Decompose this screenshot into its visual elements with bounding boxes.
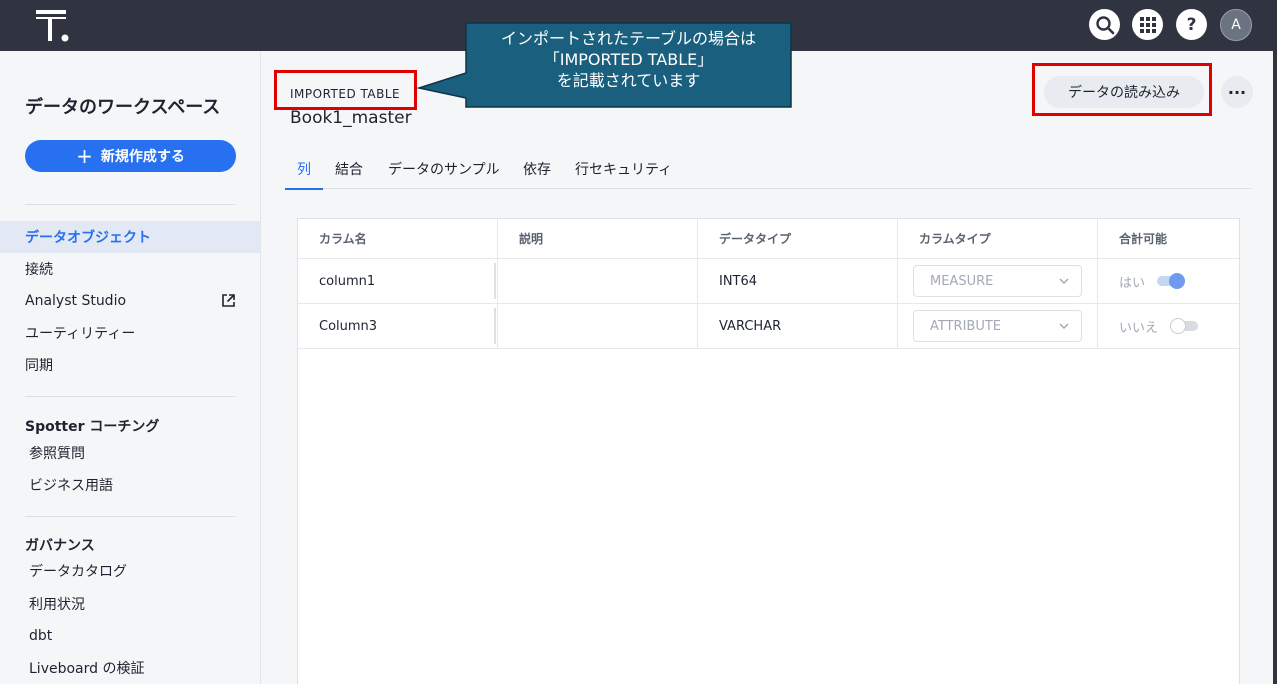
annotation-highlight-box <box>1032 63 1212 116</box>
sidebar-item-connections[interactable]: 接続 <box>0 253 260 285</box>
more-options-icon: ··· <box>1227 82 1247 102</box>
governance-heading: ガバナンス <box>25 538 95 554</box>
window-edge <box>1273 51 1277 684</box>
sidebar-item-label: 利用状況 <box>29 597 85 613</box>
column-type-cell: MEASURE <box>898 259 1098 303</box>
sidebar-item-data-catalog[interactable]: データカタログ <box>0 555 260 587</box>
description-cell[interactable] <box>498 304 698 348</box>
chevron-down-icon <box>1059 323 1069 329</box>
sidebar-item-label: 参照質問 <box>29 446 85 462</box>
sidebar-item-label: 同期 <box>25 358 53 374</box>
new-create-label: 新規作成する <box>100 149 185 165</box>
apps-grid-icon[interactable] <box>1132 9 1163 40</box>
callout-line: 「IMPORTED TABLE」 <box>543 50 714 69</box>
column-type-select[interactable]: MEASURE <box>913 265 1082 297</box>
tab-row-security[interactable]: 行セキュリティ <box>575 148 672 189</box>
column-name: Column3 <box>319 318 378 334</box>
data-type-cell: VARCHAR <box>698 304 898 348</box>
sidebar-divider <box>25 204 236 205</box>
sidebar-item-label: Analyst Studio <box>25 293 127 309</box>
sidebar-item-reference-questions[interactable]: 参照質問 <box>0 437 260 469</box>
sidebar-item-label: dbt <box>29 628 53 644</box>
aggregatable-control: いいえ <box>1119 317 1199 336</box>
aggregatable-control: はい <box>1119 272 1186 291</box>
sidebar-item-label: データカタログ <box>29 564 127 580</box>
chevron-down-icon <box>1059 278 1069 284</box>
data-type-cell: INT64 <box>698 259 898 303</box>
column-resize-handle[interactable] <box>494 263 496 299</box>
column-header-data-type[interactable]: データタイプ <box>698 219 898 258</box>
aggregatable-cell: いいえ <box>1098 304 1239 348</box>
column-type-value: ATTRIBUTE <box>930 318 1001 334</box>
sidebar-title: データのワークスペース <box>25 97 221 118</box>
column-name-cell[interactable]: Column3 <box>298 304 498 348</box>
column-type-value: MEASURE <box>930 273 994 289</box>
new-create-button[interactable]: + 新規作成する <box>25 140 236 172</box>
aggregatable-cell: はい <box>1098 259 1239 303</box>
column-name-cell[interactable]: column1 <box>298 259 498 303</box>
spotter-coaching-heading: Spotter コーチング <box>25 419 160 435</box>
description-cell[interactable] <box>498 259 698 303</box>
column-resize-handle[interactable] <box>494 308 496 344</box>
column-name: column1 <box>319 273 376 289</box>
sidebar-item-data-objects[interactable]: データオブジェクト <box>0 221 260 253</box>
avatar-initial: A <box>1231 17 1241 33</box>
sidebar-divider <box>25 516 236 517</box>
annotation-highlight-box <box>274 70 417 110</box>
sidebar-item-business-terms[interactable]: ビジネス用語 <box>0 469 260 501</box>
aggregatable-toggle[interactable] <box>1170 318 1199 334</box>
sidebar-item-label: 接続 <box>25 262 53 278</box>
column-type-select[interactable]: ATTRIBUTE <box>913 310 1082 342</box>
toggle-knob <box>1169 273 1186 289</box>
search-icon[interactable] <box>1089 9 1120 40</box>
plus-icon: + <box>76 144 93 168</box>
aggregatable-toggle[interactable] <box>1157 273 1186 289</box>
sidebar-item-analyst-studio[interactable]: Analyst Studio <box>0 285 260 317</box>
sidebar-item-usage[interactable]: 利用状況 <box>0 588 260 620</box>
tab-columns[interactable]: 列 <box>285 148 323 190</box>
user-avatar[interactable]: A <box>1220 9 1252 41</box>
table-row: Column3 VARCHAR ATTRIBUTE いいえ <box>298 304 1239 349</box>
columns-table: カラム名 説明 データタイプ カラムタイプ 合計可能 column1 INT64… <box>297 218 1240 684</box>
column-type-cell: ATTRIBUTE <box>898 304 1098 348</box>
column-header-aggregatable[interactable]: 合計可能 <box>1098 219 1239 258</box>
column-header-column-type[interactable]: カラムタイプ <box>898 219 1098 258</box>
aggregatable-value: いいえ <box>1119 320 1159 336</box>
tab-data-sample[interactable]: データのサンプル <box>388 148 500 189</box>
toggle-knob <box>1170 318 1187 334</box>
sidebar-item-dbt[interactable]: dbt <box>0 620 260 652</box>
column-header-name[interactable]: カラム名 <box>298 219 498 258</box>
callout-line: を記載されています <box>556 71 701 90</box>
sidebar-item-utilities[interactable]: ユーティリティー <box>0 317 260 349</box>
sidebar-item-liveboard-verification[interactable]: Liveboard の検証 <box>0 652 260 684</box>
sidebar-item-label: Liveboard の検証 <box>29 661 145 677</box>
tab-dependencies[interactable]: 依存 <box>523 148 551 189</box>
thoughtspot-logo[interactable] <box>36 8 70 42</box>
sidebar-item-label: データオブジェクト <box>25 230 151 246</box>
sidebar-item-label: ユーティリティー <box>25 326 136 342</box>
sidebar-item-sync[interactable]: 同期 <box>0 349 260 381</box>
table-header-row: カラム名 説明 データタイプ カラムタイプ 合計可能 <box>298 219 1239 259</box>
sidebar-item-label: ビジネス用語 <box>29 478 113 494</box>
external-link-icon <box>222 294 235 307</box>
aggregatable-value: はい <box>1119 275 1146 291</box>
help-icon[interactable]: ? <box>1176 9 1207 40</box>
tab-bar: 列 結合 データのサンプル 依存 行セキュリティ <box>285 148 1252 190</box>
more-options-button[interactable]: ··· <box>1221 76 1253 108</box>
top-navigation-bar: ? A <box>0 0 1277 51</box>
sidebar-divider <box>25 396 236 397</box>
help-glyph: ? <box>1186 14 1197 35</box>
table-row: column1 INT64 MEASURE はい <box>298 259 1239 304</box>
page-title: Book1_master <box>290 108 412 128</box>
tab-joins[interactable]: 結合 <box>335 148 363 189</box>
column-header-description[interactable]: 説明 <box>498 219 698 258</box>
sidebar: データのワークスペース + 新規作成する データオブジェクト 接続 Analys… <box>0 51 261 684</box>
